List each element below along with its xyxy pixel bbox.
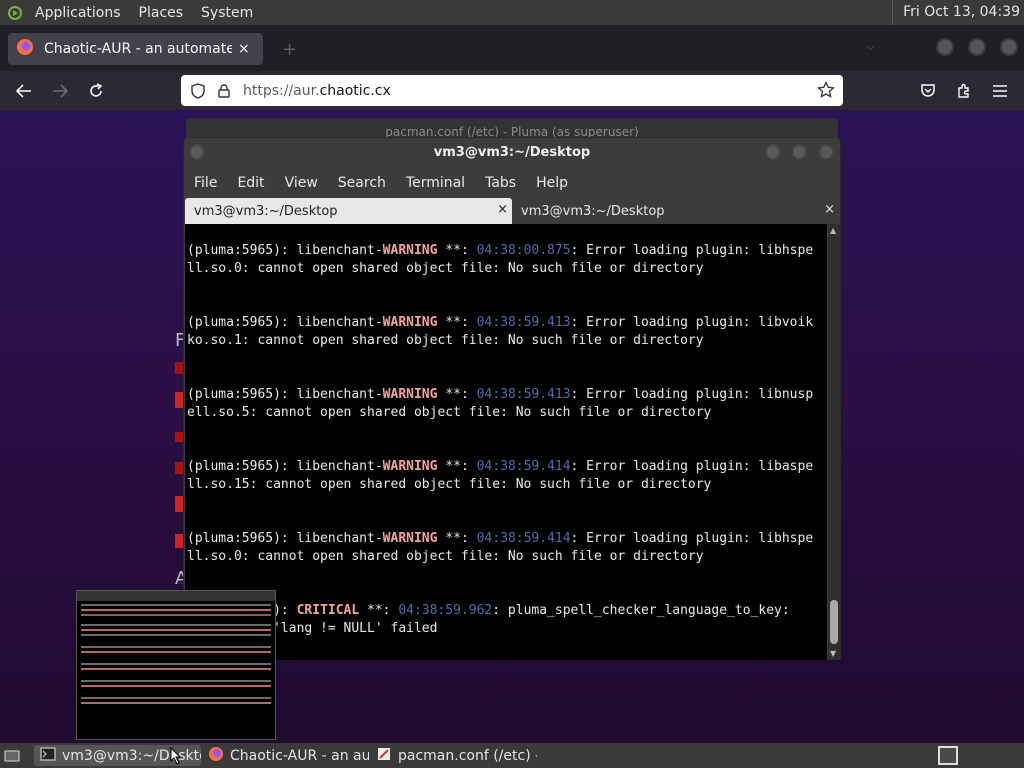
terminal-tab-2[interactable]: vm3@vm3:~/Desktop × xyxy=(512,198,839,224)
text-editor-icon xyxy=(376,746,392,766)
page-decoration xyxy=(175,462,183,474)
tracking-shield-icon[interactable] xyxy=(185,82,211,99)
taskbar-item-firefox[interactable]: Chaotic-AUR - an au... xyxy=(202,745,369,766)
forward-icon[interactable] xyxy=(45,71,75,110)
new-tab-icon[interactable]: + xyxy=(282,39,297,60)
terminal-log-entry: (pluma:5965): libenchant-WARNING **: 04:… xyxy=(187,243,814,276)
terminal-log-entry: (pluma:5965): libenchant-WARNING **: 04:… xyxy=(187,459,814,492)
firefox-icon xyxy=(208,746,224,766)
close-tab-icon[interactable]: × xyxy=(238,41,250,57)
terminal-icon xyxy=(40,746,56,765)
scrollbar-thumb[interactable] xyxy=(830,600,838,644)
minimize-window-icon[interactable] xyxy=(765,144,781,160)
browser-tab[interactable]: Chaotic-AUR - an automated bu × xyxy=(8,33,263,65)
show-desktop-icon[interactable] xyxy=(0,745,24,766)
mouse-cursor-icon xyxy=(170,746,182,768)
close-window-icon[interactable] xyxy=(1000,38,1018,56)
terminal-log-entry: (pluma:5965): libenchant-WARNING **: 04:… xyxy=(187,387,814,420)
terminal-tabs: vm3@vm3:~/Desktop × vm3@vm3:~/Desktop × xyxy=(185,198,839,224)
terminal-title: vm3@vm3:~/Desktop xyxy=(433,145,591,160)
pocket-icon[interactable] xyxy=(913,71,943,110)
menu-tabs[interactable]: Tabs xyxy=(485,175,516,191)
url-bar[interactable]: https://aur.chaotic.cx xyxy=(181,75,843,106)
menu-file[interactable]: File xyxy=(194,175,217,191)
extensions-icon[interactable] xyxy=(949,71,979,110)
taskbar-item-label: Chaotic-AUR - an au... xyxy=(230,747,369,764)
terminal-log-entry: (pluma:5965): libenchant-WARNING **: 04:… xyxy=(187,531,814,564)
terminal-text: (pluma:5965): libenchant-WARNING **: 04:… xyxy=(187,242,813,660)
page-decoration xyxy=(175,534,183,548)
preview-titlebar xyxy=(77,591,275,601)
maximize-window-icon[interactable] xyxy=(791,144,807,160)
page-decoration xyxy=(175,496,183,512)
back-icon[interactable] xyxy=(9,71,39,110)
lock-icon[interactable] xyxy=(211,83,237,98)
terminal-tab-1[interactable]: vm3@vm3:~/Desktop × xyxy=(185,198,512,224)
maximize-window-icon[interactable] xyxy=(968,38,986,56)
browser-tab-bar: Chaotic-AUR - an automated bu × + ⌵ xyxy=(0,25,1024,71)
menu-view[interactable]: View xyxy=(285,175,318,191)
menu-edit[interactable]: Edit xyxy=(237,175,264,191)
applications-menu[interactable]: Applications xyxy=(26,5,130,21)
close-tab-icon[interactable]: × xyxy=(497,202,508,217)
window-preview-thumbnail[interactable] xyxy=(76,590,276,740)
taskbar-item-pluma[interactable]: pacman.conf (/etc) -... xyxy=(370,745,537,766)
taskbar-item-label: pacman.conf (/etc) -... xyxy=(398,747,537,764)
page-decoration xyxy=(175,362,183,374)
close-tab-icon[interactable]: × xyxy=(824,202,835,217)
reload-icon[interactable] xyxy=(81,71,111,110)
menu-terminal[interactable]: Terminal xyxy=(406,175,465,191)
terminal-log-entry: (pluma:5965): CRITICAL **: 04:38:59.962:… xyxy=(187,603,790,636)
firefox-icon xyxy=(16,38,34,60)
terminal-window[interactable]: vm3@vm3:~/Desktop File Edit View Search … xyxy=(183,137,841,660)
distro-logo-icon[interactable] xyxy=(6,4,26,22)
menu-search[interactable]: Search xyxy=(338,175,386,191)
browser-nav-bar: https://aur.chaotic.cx xyxy=(0,71,1024,110)
terminal-tab-label: vm3@vm3:~/Desktop xyxy=(194,203,338,219)
minimize-window-icon[interactable] xyxy=(936,38,954,56)
menu-help[interactable]: Help xyxy=(536,175,568,191)
page-decoration xyxy=(175,392,183,408)
clock[interactable]: Fri Oct 13, 04:39 xyxy=(892,0,1020,25)
page-decoration xyxy=(175,432,183,442)
terminal-output[interactable]: (pluma:5965): libenchant-WARNING **: 04:… xyxy=(185,224,827,660)
terminal-menubar: File Edit View Search Terminal Tabs Help xyxy=(184,169,840,197)
terminal-tab-label: vm3@vm3:~/Desktop xyxy=(521,203,665,219)
top-panel: Applications Places System Fri Oct 13, 0… xyxy=(0,0,1024,25)
terminal-log-entry: (pluma:5965): libenchant-WARNING **: 04:… xyxy=(187,315,814,348)
terminal-scrollbar[interactable]: ▲ ▼ xyxy=(828,224,840,660)
bookmark-star-icon[interactable] xyxy=(817,80,835,103)
close-window-icon[interactable] xyxy=(818,144,834,160)
list-all-tabs-icon[interactable]: ⌵ xyxy=(866,39,875,54)
scroll-down-icon[interactable]: ▼ xyxy=(830,649,836,658)
system-menu[interactable]: System xyxy=(192,5,262,21)
hamburger-menu-icon[interactable] xyxy=(985,71,1015,110)
scroll-up-icon[interactable]: ▲ xyxy=(830,226,836,235)
browser-tab-title: Chaotic-AUR - an automated bu xyxy=(44,41,232,57)
url-text: https://aur.chaotic.cx xyxy=(243,82,391,99)
workspace-switcher-icon[interactable] xyxy=(938,746,958,765)
places-menu[interactable]: Places xyxy=(130,5,193,21)
taskbar: vm3@vm3:~/Desktop Chaotic-AUR - an au...… xyxy=(0,743,1024,768)
